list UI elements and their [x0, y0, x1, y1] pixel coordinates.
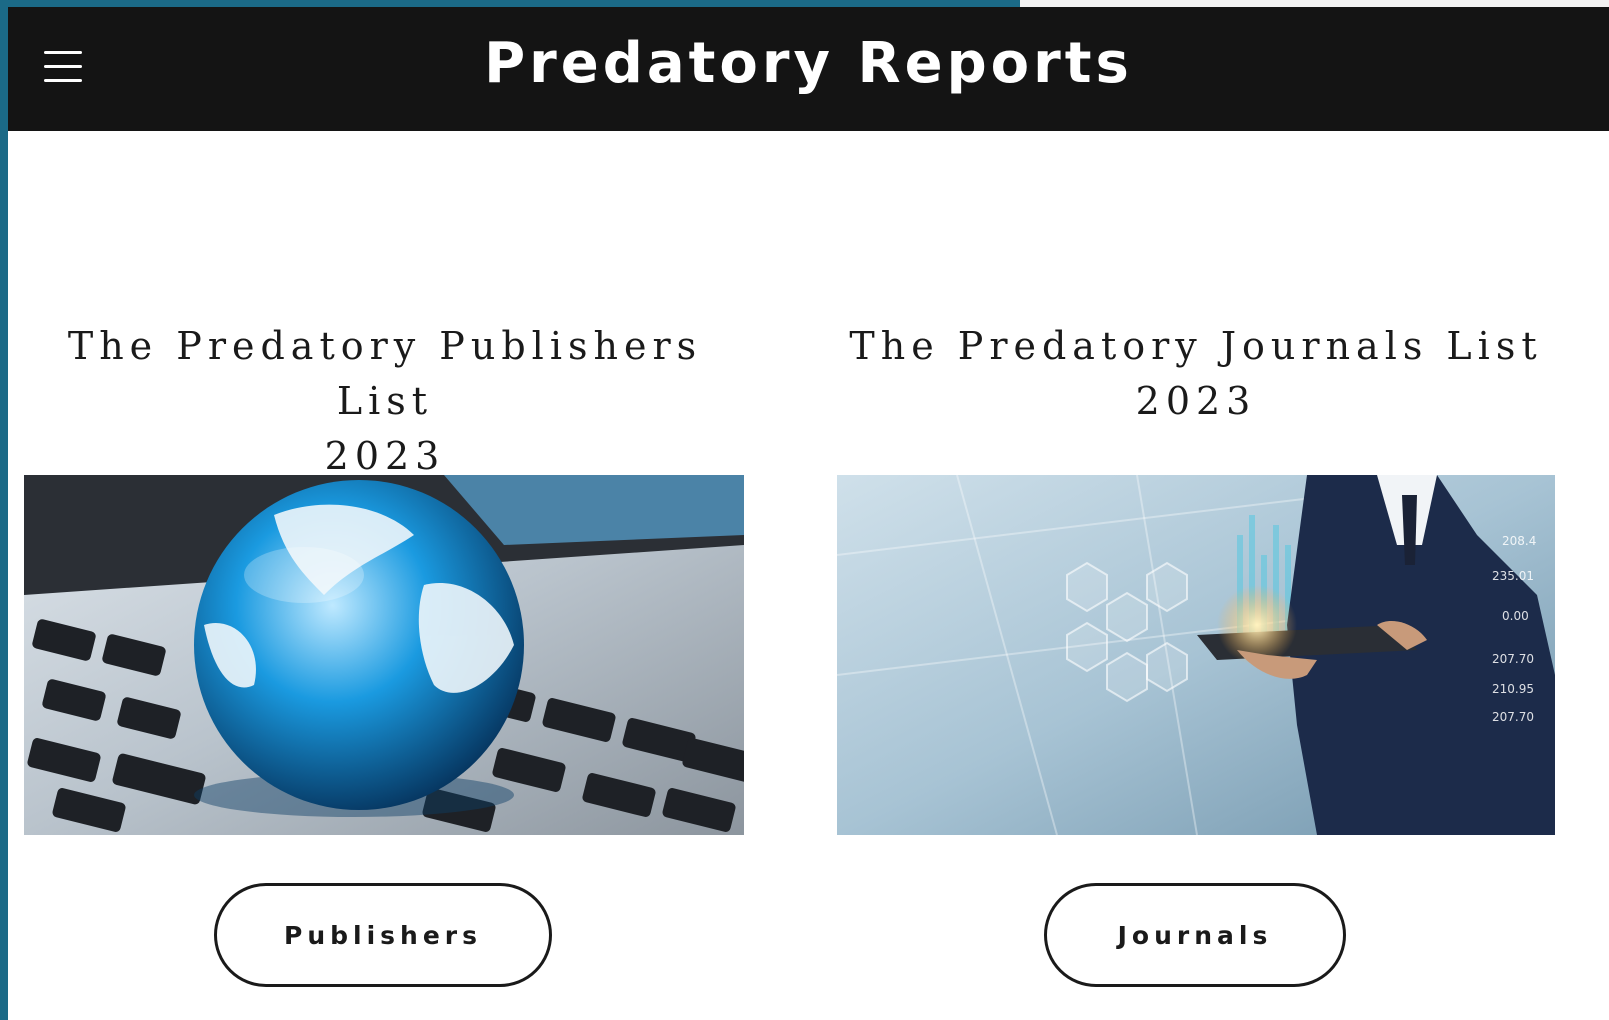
site-header: Predatory Reports: [8, 7, 1609, 131]
journals-title-line2: 2023: [1135, 379, 1257, 423]
svg-text:235.01: 235.01: [1492, 569, 1534, 583]
journals-title-line1: The Predatory Journals List: [849, 324, 1543, 368]
journals-card-title: The Predatory Journals List 2023: [836, 319, 1556, 429]
page: Predatory Reports The Predatory Publishe…: [8, 7, 1609, 1020]
svg-text:207.70: 207.70: [1492, 652, 1534, 666]
svg-text:0.00: 0.00: [1502, 609, 1529, 623]
journals-card-image[interactable]: 208.4 235.01 0.00 207.70 210.95 207.70: [837, 475, 1555, 835]
svg-text:210.95: 210.95: [1492, 682, 1534, 696]
publishers-card-image[interactable]: [24, 475, 744, 835]
publishers-title-line1: The Predatory Publishers List: [67, 324, 703, 423]
publishers-button[interactable]: Publishers: [214, 883, 552, 987]
site-title[interactable]: Predatory Reports: [8, 29, 1609, 99]
journals-button[interactable]: Journals: [1044, 883, 1346, 987]
svg-text:207.70: 207.70: [1492, 710, 1534, 724]
businessman-with-tablet-data-photo: 208.4 235.01 0.00 207.70 210.95 207.70: [837, 475, 1555, 835]
svg-text:208.4: 208.4: [1502, 534, 1536, 548]
publishers-card-title: The Predatory Publishers List 2023: [25, 319, 745, 484]
globe-on-laptop-keyboard-photo: [24, 475, 744, 835]
